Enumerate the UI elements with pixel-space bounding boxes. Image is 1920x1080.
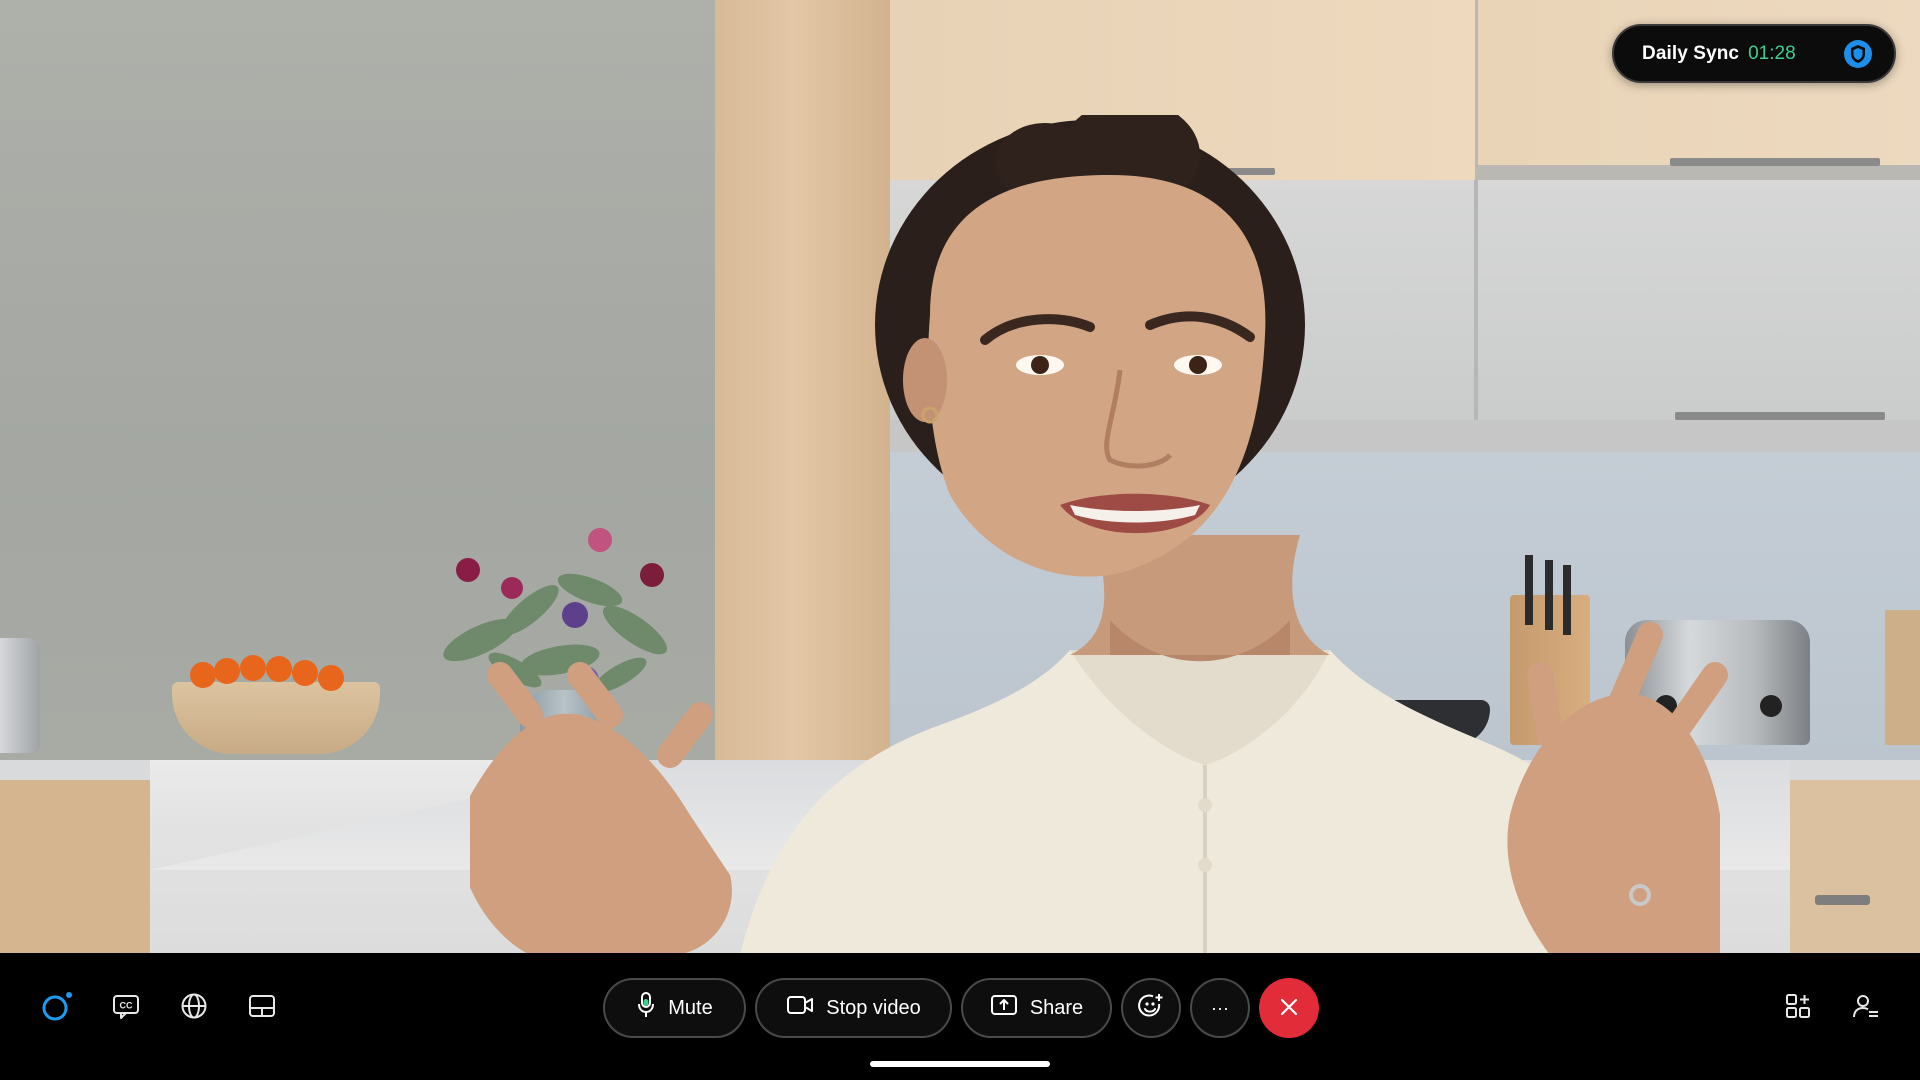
orange [240,655,266,681]
stop-video-button[interactable]: Stop video [755,978,952,1038]
meeting-timer: 01:28 [1748,42,1796,64]
stop-video-label: Stop video [826,996,921,1019]
svg-text:CC: CC [120,1001,133,1011]
jar [1885,610,1920,745]
fruit-bowl [172,682,380,754]
participant-person [470,115,1728,953]
orange [318,665,344,691]
share-button[interactable]: Share [961,978,1112,1038]
mute-button[interactable]: Mute [603,978,746,1038]
end-call-button[interactable] [1259,978,1319,1038]
layout-icon[interactable] [244,988,280,1024]
orange [292,660,318,686]
participants-icon[interactable] [1848,988,1884,1024]
language-globe-icon[interactable] [176,988,212,1024]
reactions-button[interactable] [1121,978,1181,1038]
microphone-icon [636,991,656,1025]
home-indicator [870,1061,1050,1067]
meeting-title: Daily Sync [1642,42,1740,64]
left-toolbar: CC [40,988,312,1024]
right-toolbar [1780,988,1916,1024]
orange [214,658,240,684]
primary-call-controls: Mute Stop video Share ··· [603,978,1319,1038]
orange [190,662,216,688]
drawer-handle [1815,895,1870,905]
webex-assistant-icon[interactable] [40,988,76,1024]
participant-video [0,0,1920,953]
meeting-info-pill[interactable]: Daily Sync 01:28 [1612,24,1896,83]
shield-icon[interactable] [1842,38,1874,70]
toaster-knob [1760,695,1782,717]
orange [266,656,292,682]
reactions-smiley-icon [1137,992,1165,1025]
closed-captions-icon[interactable]: CC [108,988,144,1024]
mute-label: Mute [668,996,713,1019]
share-label: Share [1029,996,1084,1019]
close-icon [1278,996,1300,1021]
video-camera-icon [786,994,814,1022]
more-options-button[interactable]: ··· [1190,978,1250,1038]
kettle [0,638,40,753]
apps-icon[interactable] [1780,988,1816,1024]
share-screen-icon [990,993,1018,1023]
more-options-icon: ··· [1211,997,1229,1018]
